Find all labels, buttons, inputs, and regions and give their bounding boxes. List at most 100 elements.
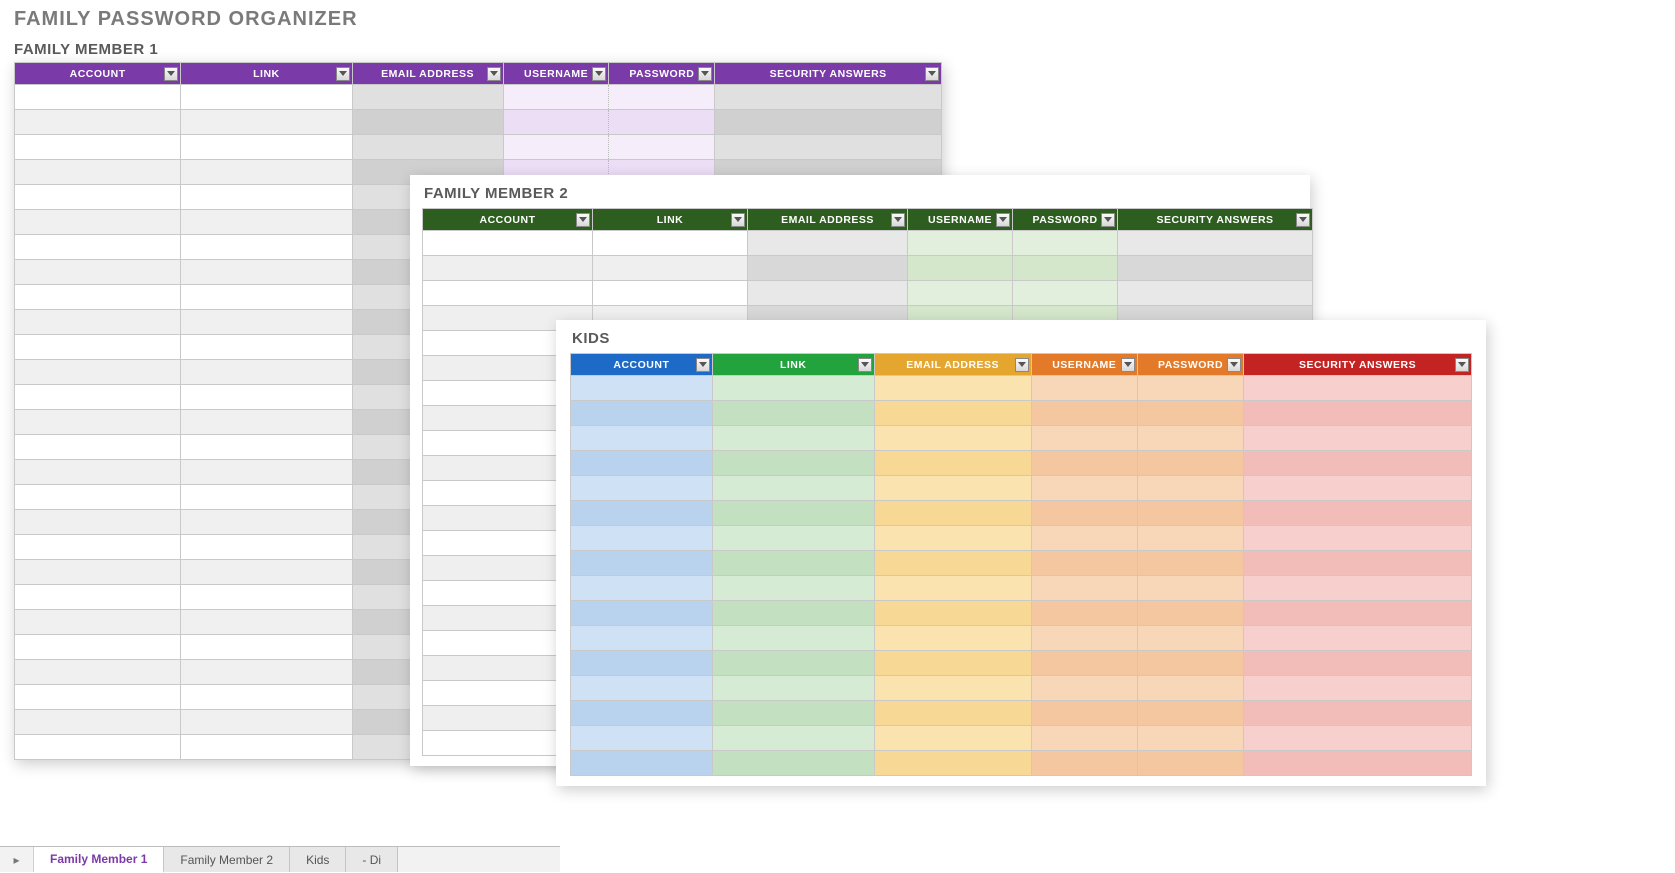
member1-cell-acct[interactable] — [15, 160, 181, 185]
kids-table[interactable]: ACCOUNTLINKEMAIL ADDRESSUSERNAMEPASSWORD… — [570, 353, 1472, 776]
kids-cell-sec[interactable] — [1244, 501, 1472, 526]
member2-cell-email[interactable] — [748, 231, 908, 256]
member1-cell-link[interactable] — [181, 685, 352, 710]
kids-cell-link[interactable] — [712, 751, 874, 776]
member2-header-pass[interactable]: PASSWORD — [1013, 209, 1118, 231]
kids-cell-link[interactable] — [712, 626, 874, 651]
kids-cell-pass[interactable] — [1137, 626, 1243, 651]
filter-dropdown-icon[interactable] — [576, 213, 590, 227]
kids-cell-sec[interactable] — [1244, 601, 1472, 626]
member1-cell-link[interactable] — [181, 660, 352, 685]
kids-cell-sec[interactable] — [1244, 576, 1472, 601]
kids-cell-pass[interactable] — [1137, 401, 1243, 426]
member1-cell-email[interactable] — [352, 85, 503, 110]
member1-cell-link[interactable] — [181, 235, 352, 260]
member1-cell-acct[interactable] — [15, 385, 181, 410]
kids-cell-link[interactable] — [712, 701, 874, 726]
kids-cell-link[interactable] — [712, 726, 874, 751]
kids-cell-pass[interactable] — [1137, 676, 1243, 701]
kids-cell-acct[interactable] — [571, 376, 713, 401]
kids-cell-acct[interactable] — [571, 601, 713, 626]
member1-cell-acct[interactable] — [15, 460, 181, 485]
member1-cell-sec[interactable] — [715, 85, 942, 110]
kids-cell-pass[interactable] — [1137, 576, 1243, 601]
kids-header-sec[interactable]: SECURITY ANSWERS — [1244, 354, 1472, 376]
kids-header-email[interactable]: EMAIL ADDRESS — [874, 354, 1031, 376]
kids-cell-sec[interactable] — [1244, 626, 1472, 651]
member1-cell-link[interactable] — [181, 385, 352, 410]
member1-cell-link[interactable] — [181, 360, 352, 385]
member1-cell-link[interactable] — [181, 210, 352, 235]
kids-cell-email[interactable] — [874, 576, 1031, 601]
kids-cell-user[interactable] — [1031, 751, 1137, 776]
member2-cell-user[interactable] — [908, 281, 1013, 306]
member1-cell-link[interactable] — [181, 160, 352, 185]
kids-cell-acct[interactable] — [571, 476, 713, 501]
kids-cell-user[interactable] — [1031, 376, 1137, 401]
kids-cell-link[interactable] — [712, 601, 874, 626]
member1-cell-email[interactable] — [352, 110, 503, 135]
kids-cell-sec[interactable] — [1244, 526, 1472, 551]
member1-header-sec[interactable]: SECURITY ANSWERS — [715, 63, 942, 85]
member1-cell-acct[interactable] — [15, 210, 181, 235]
kids-cell-user[interactable] — [1031, 701, 1137, 726]
kids-cell-user[interactable] — [1031, 651, 1137, 676]
kids-cell-email[interactable] — [874, 426, 1031, 451]
kids-cell-email[interactable] — [874, 676, 1031, 701]
member2-cell-acct[interactable] — [423, 281, 593, 306]
filter-dropdown-icon[interactable] — [487, 67, 501, 81]
member1-header-link[interactable]: LINK — [181, 63, 352, 85]
kids-cell-sec[interactable] — [1244, 701, 1472, 726]
member2-cell-link[interactable] — [593, 281, 748, 306]
member1-cell-acct[interactable] — [15, 710, 181, 735]
member1-cell-acct[interactable] — [15, 235, 181, 260]
kids-cell-acct[interactable] — [571, 701, 713, 726]
kids-cell-email[interactable] — [874, 476, 1031, 501]
kids-cell-acct[interactable] — [571, 401, 713, 426]
kids-cell-sec[interactable] — [1244, 451, 1472, 476]
member1-cell-link[interactable] — [181, 560, 352, 585]
kids-cell-pass[interactable] — [1137, 501, 1243, 526]
member1-cell-user[interactable] — [503, 85, 609, 110]
member1-cell-link[interactable] — [181, 485, 352, 510]
member2-cell-pass[interactable] — [1013, 281, 1118, 306]
member1-cell-acct[interactable] — [15, 635, 181, 660]
kids-cell-pass[interactable] — [1137, 376, 1243, 401]
kids-cell-acct[interactable] — [571, 526, 713, 551]
kids-cell-sec[interactable] — [1244, 751, 1472, 776]
member2-cell-user[interactable] — [908, 256, 1013, 281]
kids-cell-user[interactable] — [1031, 551, 1137, 576]
filter-dropdown-icon[interactable] — [696, 358, 710, 372]
kids-cell-link[interactable] — [712, 426, 874, 451]
kids-cell-email[interactable] — [874, 651, 1031, 676]
tab-nav-arrow[interactable]: ▸ — [0, 847, 34, 872]
member2-cell-link[interactable] — [593, 256, 748, 281]
sheet-tab[interactable]: Kids — [290, 847, 346, 872]
member1-cell-link[interactable] — [181, 510, 352, 535]
kids-cell-link[interactable] — [712, 476, 874, 501]
member2-cell-link[interactable] — [593, 231, 748, 256]
filter-dropdown-icon[interactable] — [891, 213, 905, 227]
kids-cell-email[interactable] — [874, 601, 1031, 626]
member2-cell-sec[interactable] — [1118, 256, 1313, 281]
kids-cell-pass[interactable] — [1137, 751, 1243, 776]
kids-cell-email[interactable] — [874, 376, 1031, 401]
kids-cell-link[interactable] — [712, 451, 874, 476]
member1-cell-link[interactable] — [181, 335, 352, 360]
member1-cell-acct[interactable] — [15, 410, 181, 435]
filter-dropdown-icon[interactable] — [336, 67, 350, 81]
member1-cell-sec[interactable] — [715, 135, 942, 160]
kids-cell-pass[interactable] — [1137, 551, 1243, 576]
kids-cell-pass[interactable] — [1137, 476, 1243, 501]
kids-cell-acct[interactable] — [571, 626, 713, 651]
member2-header-user[interactable]: USERNAME — [908, 209, 1013, 231]
member1-header-pass[interactable]: PASSWORD — [609, 63, 715, 85]
kids-cell-user[interactable] — [1031, 601, 1137, 626]
filter-dropdown-icon[interactable] — [592, 67, 606, 81]
kids-cell-pass[interactable] — [1137, 601, 1243, 626]
kids-cell-acct[interactable] — [571, 551, 713, 576]
kids-cell-sec[interactable] — [1244, 376, 1472, 401]
member1-cell-acct[interactable] — [15, 335, 181, 360]
member1-cell-link[interactable] — [181, 185, 352, 210]
kids-cell-link[interactable] — [712, 501, 874, 526]
